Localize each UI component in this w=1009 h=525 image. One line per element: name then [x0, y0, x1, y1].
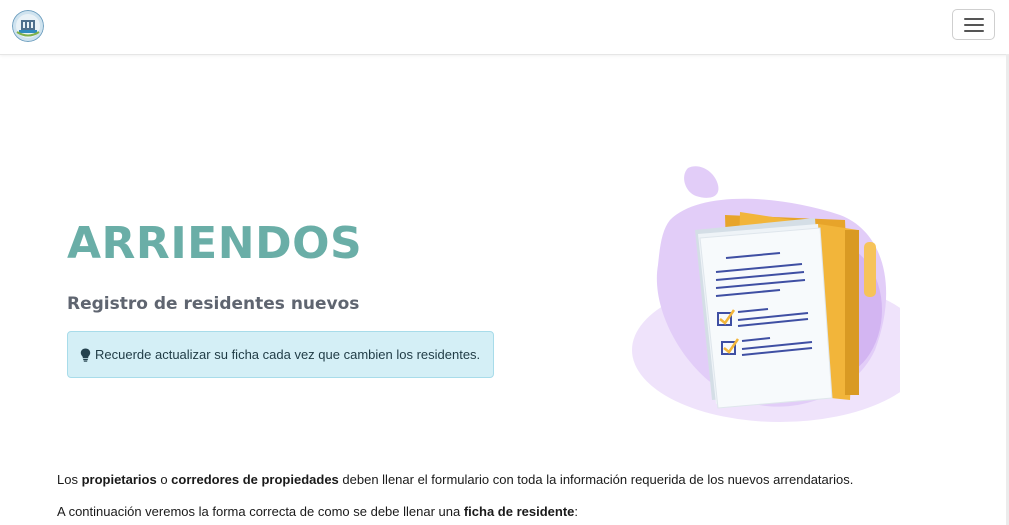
lightbulb-icon	[80, 348, 91, 362]
hamburger-menu-button[interactable]	[952, 9, 995, 40]
instructions-paragraph: A continuación veremos la forma correcta…	[57, 504, 579, 519]
navbar	[0, 0, 1009, 55]
info-alert: Recuerde actualizar su ficha cada vez qu…	[67, 331, 494, 378]
owners-bold-text: propietarios	[81, 472, 157, 487]
hamburger-menu-icon	[964, 18, 984, 20]
brokers-bold-text: corredores de propiedades	[171, 472, 339, 487]
page-title: ARRIENDOS	[67, 218, 363, 269]
folder-documents-checklist-illustration	[630, 160, 928, 430]
page-subtitle: Registro de residentes nuevos	[67, 294, 360, 314]
info-alert-text: Recuerde actualizar su ficha cada vez qu…	[95, 347, 481, 362]
resident-form-bold-text: ficha de residente	[463, 504, 575, 519]
intro-paragraph: Los propietarios o corredores de propied…	[57, 472, 854, 487]
building-logo-icon[interactable]	[12, 10, 44, 42]
